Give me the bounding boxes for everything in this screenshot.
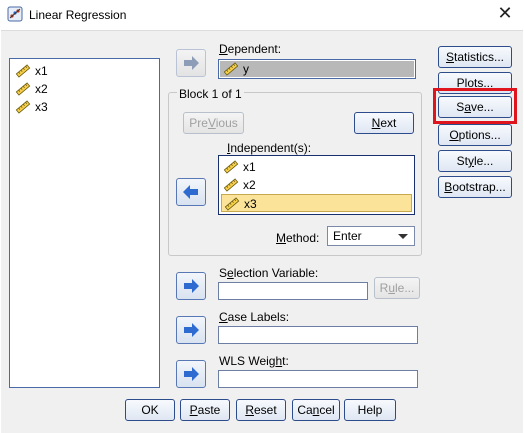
arrow-right-icon	[184, 323, 199, 337]
case-labels-label: Case Labels:	[219, 310, 290, 324]
chevron-down-icon	[398, 234, 408, 239]
close-icon[interactable]: ✕	[492, 2, 518, 26]
regression-app-icon	[7, 6, 23, 22]
list-item[interactable]: x3	[13, 98, 48, 116]
ruler-scale-icon	[223, 62, 239, 76]
case-labels-field[interactable]	[218, 326, 418, 344]
help-button[interactable]: Help	[344, 399, 396, 421]
source-variable-list[interactable]: x1 x2 x3	[9, 58, 160, 388]
block-title: Block 1 of 1	[177, 87, 244, 101]
move-to-independents-button[interactable]	[176, 178, 206, 206]
arrow-right-icon	[184, 279, 199, 293]
variable-name: x2	[243, 178, 256, 192]
wls-weight-label: WLS Weight:	[219, 354, 289, 368]
options-button[interactable]: Options...	[438, 124, 512, 146]
arrow-right-icon	[184, 367, 199, 381]
rule-button[interactable]: Rule...	[374, 277, 420, 299]
move-to-dependent-button[interactable]	[176, 49, 206, 77]
list-item[interactable]: x1	[13, 62, 48, 80]
arrow-right-icon	[184, 56, 199, 70]
arrow-left-icon	[183, 185, 198, 199]
paste-button[interactable]: Paste	[180, 399, 230, 421]
ruler-scale-icon	[223, 160, 239, 174]
bootstrap-button[interactable]: Bootstrap...	[438, 176, 512, 198]
variable-name: x1	[243, 160, 256, 174]
independents-list[interactable]: x1 x2 x3	[218, 155, 415, 215]
ruler-scale-icon	[15, 100, 31, 114]
move-to-selection-variable-button[interactable]	[176, 272, 206, 300]
selection-variable-label: Selection Variable:	[219, 266, 319, 280]
statistics-button[interactable]: Statistics...	[438, 46, 512, 68]
style-button[interactable]: Style...	[438, 150, 512, 172]
list-item-selected[interactable]: x3	[221, 194, 412, 212]
window-title: Linear Regression	[29, 8, 127, 22]
dependent-value: y	[243, 62, 249, 76]
reset-button[interactable]: Reset	[236, 399, 286, 421]
ok-button[interactable]: OK	[125, 399, 175, 421]
dependent-label: Dependent:	[219, 42, 282, 56]
ruler-scale-icon	[15, 64, 31, 78]
method-select[interactable]: Enter	[327, 226, 415, 246]
previous-button[interactable]: PreVious	[183, 112, 244, 134]
variable-name: x3	[35, 100, 48, 114]
wls-weight-field[interactable]	[218, 370, 418, 388]
independents-label: Independent(s):	[227, 141, 312, 155]
method-value: Enter	[333, 229, 362, 243]
move-to-wls-weight-button[interactable]	[176, 360, 206, 388]
list-item[interactable]: x2	[13, 80, 48, 98]
ruler-scale-icon	[15, 82, 31, 96]
selection-variable-field[interactable]	[218, 282, 368, 300]
dependent-field[interactable]: y	[218, 59, 416, 79]
ruler-scale-icon	[224, 197, 240, 211]
list-item[interactable]: x1	[221, 158, 412, 176]
variable-name: x1	[35, 64, 48, 78]
list-item[interactable]: x2	[221, 176, 412, 194]
method-label: Method:	[276, 231, 320, 245]
move-to-case-labels-button[interactable]	[176, 316, 206, 344]
ruler-scale-icon	[223, 178, 239, 192]
variable-name: x3	[244, 197, 257, 211]
save-highlight-box	[433, 88, 517, 124]
cancel-button[interactable]: Cancel	[292, 399, 340, 421]
next-button[interactable]: Next	[354, 112, 414, 134]
variable-name: x2	[35, 82, 48, 96]
